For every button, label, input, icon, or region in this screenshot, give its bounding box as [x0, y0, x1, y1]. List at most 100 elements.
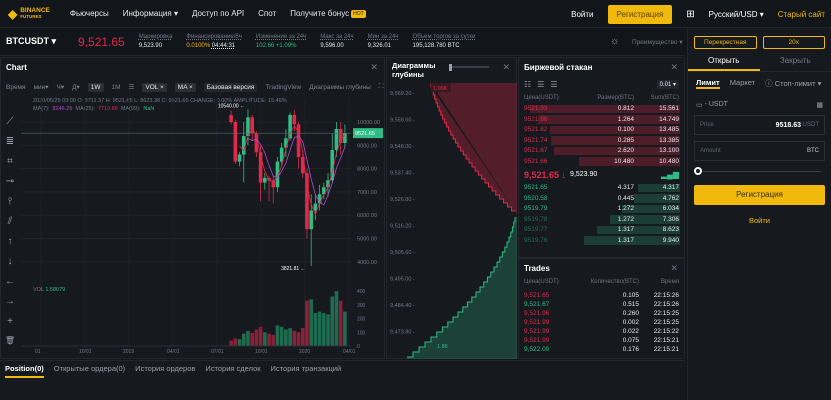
bid-row[interactable]: 9519.77 1.317 8.623: [519, 225, 684, 236]
bid-row[interactable]: 9519.79 1.272 6.034: [519, 204, 684, 215]
bid-row[interactable]: 9519.76 1.317 9.940: [519, 235, 684, 246]
amount-input[interactable]: Amount BTC: [694, 141, 825, 161]
login-link[interactable]: Войти: [571, 10, 593, 19]
x-tick-label: 04/01: [343, 349, 356, 355]
trade-qty: 0.260: [622, 309, 639, 317]
tradingview-tab[interactable]: TradingView: [265, 84, 301, 91]
ask-row[interactable]: 9521.93 0.812 15.561: [519, 104, 684, 115]
interval-day[interactable]: Д▾: [72, 83, 80, 91]
vol-tick-label: 300: [357, 303, 366, 309]
tab-close[interactable]: Закрыть: [760, 56, 831, 71]
vertical-line-icon[interactable]: ⫯: [0, 196, 20, 216]
trade-row: 9,522.00 0.176 22:15:21: [519, 345, 684, 354]
interval-min[interactable]: мин▾: [34, 83, 49, 91]
interval-1w[interactable]: 1W: [87, 82, 104, 92]
trade-qty: 0.105: [622, 291, 639, 299]
advantage-dropdown[interactable]: Преимущество ▾: [632, 38, 683, 46]
view-bids-icon[interactable]: ☰: [537, 80, 544, 89]
register-button[interactable]: Регистрация: [607, 4, 673, 24]
tab-transaction-history[interactable]: История транзакций: [271, 364, 342, 400]
tab-trade-history[interactable]: История сделок: [205, 364, 260, 400]
pattern-tool-icon[interactable]: ⌗: [0, 156, 20, 176]
horizontal-line-icon[interactable]: ⊸: [0, 176, 20, 196]
qr-download-icon[interactable]: ⊞: [686, 9, 694, 20]
tab-order-history[interactable]: История ордеров: [135, 364, 195, 400]
interval-hour[interactable]: Ч▾: [57, 83, 65, 91]
tab-open-orders[interactable]: Открытые ордера(0): [54, 364, 125, 400]
amount-slider[interactable]: [694, 165, 821, 179]
fib-tool-icon[interactable]: ≣: [0, 136, 20, 156]
old-site-link[interactable]: Старый сайт: [778, 10, 825, 19]
close-icon[interactable]: ✕: [670, 62, 678, 73]
symbol-selector[interactable]: BTCUSDT ▾: [6, 36, 56, 47]
vol-legend: VOL 1.58079: [33, 287, 65, 293]
tab-open[interactable]: Открыть: [688, 56, 760, 71]
sum: 13.385: [659, 136, 679, 144]
trade-time: 22:15:21: [653, 345, 679, 353]
bid-row[interactable]: 9520.58 0.445 4.762: [519, 193, 684, 204]
view-asks-icon[interactable]: ☰: [550, 80, 557, 89]
vol-tick-label: 0: [357, 344, 360, 350]
register-submit-button[interactable]: Регистрация: [694, 185, 825, 205]
ask-row[interactable]: 9521.66 10.480 10.480: [519, 156, 684, 167]
vol-indicator-chip[interactable]: VOL ×: [142, 82, 167, 92]
arrow-down-icon[interactable]: ↓: [0, 256, 20, 276]
view-both-icon[interactable]: ☷: [524, 80, 531, 89]
arrow-up-icon[interactable]: ↑: [0, 236, 20, 256]
binance-futures-logo[interactable]: ◆ BINANCE FUTURES: [8, 7, 50, 20]
crosshair-icon[interactable]: +: [0, 316, 20, 336]
nav-futures[interactable]: Фьючерсы: [70, 9, 109, 18]
bid-row[interactable]: 9519.78 1.272 7.306: [519, 214, 684, 225]
leverage-button[interactable]: 20x: [762, 36, 825, 49]
arrow-left-icon[interactable]: ←: [0, 276, 20, 296]
order-form-panel: Перекрестная 20x Открыть Закрыть Лимит М…: [687, 28, 831, 400]
interval-1m[interactable]: 1M: [112, 84, 121, 91]
size: 0.285: [617, 136, 634, 144]
ask-total-label: 1.06K: [433, 86, 448, 92]
channel-tool-icon[interactable]: ⫽: [0, 216, 20, 236]
close-icon[interactable]: ✕: [670, 263, 678, 274]
tab-positions[interactable]: Position(0): [5, 364, 44, 378]
precision-select[interactable]: 0.01 ▾: [656, 80, 679, 89]
settings-sun-icon[interactable]: ☼: [610, 36, 619, 47]
nav-api[interactable]: Доступ по API: [192, 9, 244, 18]
close-icon[interactable]: ✕: [370, 62, 378, 73]
line-tool-icon[interactable]: ⟋: [0, 116, 20, 136]
trade-price: 9,521.99: [524, 327, 550, 335]
sum: 4.317: [662, 184, 679, 192]
close-icon[interactable]: ✕: [502, 62, 510, 73]
ask-row[interactable]: 9521.67 2.620 13.100: [519, 146, 684, 157]
basic-version-tab[interactable]: Базовая версия: [203, 82, 258, 92]
trash-icon[interactable]: 🗑: [0, 336, 20, 356]
slider-knob[interactable]: [694, 167, 702, 175]
col-time: Время: [660, 279, 679, 286]
ma-indicator-chip[interactable]: MA ×: [174, 82, 196, 92]
nav-info[interactable]: Информация ▾: [123, 9, 178, 18]
ask-row[interactable]: 9521.82 0.100 13.485: [519, 125, 684, 136]
order-type-limit[interactable]: Лимит: [696, 78, 720, 89]
depth-y-label: 9,473.80 -: [390, 330, 415, 336]
trade-row: 9,521.99 0.022 22:15:22: [519, 327, 684, 336]
indicators-icon[interactable]: ☰: [129, 83, 135, 91]
fullscreen-icon[interactable]: ⛶: [379, 83, 384, 91]
depth-chart-tab[interactable]: Диаграммы глубины: [309, 84, 371, 91]
nav-spot[interactable]: Спот: [258, 9, 276, 18]
candlestick-chart[interactable]: 10000.00 9000.00 8000.00 7000.00 6000.00 5000…: [21, 98, 384, 356]
depth-chart[interactable]: 9,569.20 - 9,558.60 - 9,548.00 - 9,537.40 -…: [387, 83, 517, 359]
arrow-right-icon[interactable]: →: [0, 296, 20, 316]
language-selector[interactable]: Русский/USD ▾: [709, 10, 764, 19]
order-type-stop-limit[interactable]: ⓘ Стоп-лимит ▾: [765, 78, 821, 89]
depth-zoom-slider[interactable]: [449, 63, 489, 71]
volume-bar: [279, 326, 284, 346]
ask-row[interactable]: 9521.86 1.264 14.749: [519, 114, 684, 125]
nav-bonus[interactable]: Получите бонус: [290, 9, 349, 18]
login-link[interactable]: Войти: [688, 216, 831, 225]
trade-price: 9,521.99: [524, 318, 550, 326]
depth-y-label: 9,537.40 -: [390, 171, 415, 177]
price-input[interactable]: Price 9518.63 USDT: [694, 115, 825, 135]
bid-row[interactable]: 9521.65 4.317 4.317: [519, 183, 684, 194]
calculator-icon[interactable]: ▦: [816, 101, 823, 109]
margin-mode-button[interactable]: Перекрестная: [694, 36, 757, 49]
order-type-market[interactable]: Маркет: [730, 78, 755, 89]
ask-row[interactable]: 9521.74 0.285 13.385: [519, 135, 684, 146]
